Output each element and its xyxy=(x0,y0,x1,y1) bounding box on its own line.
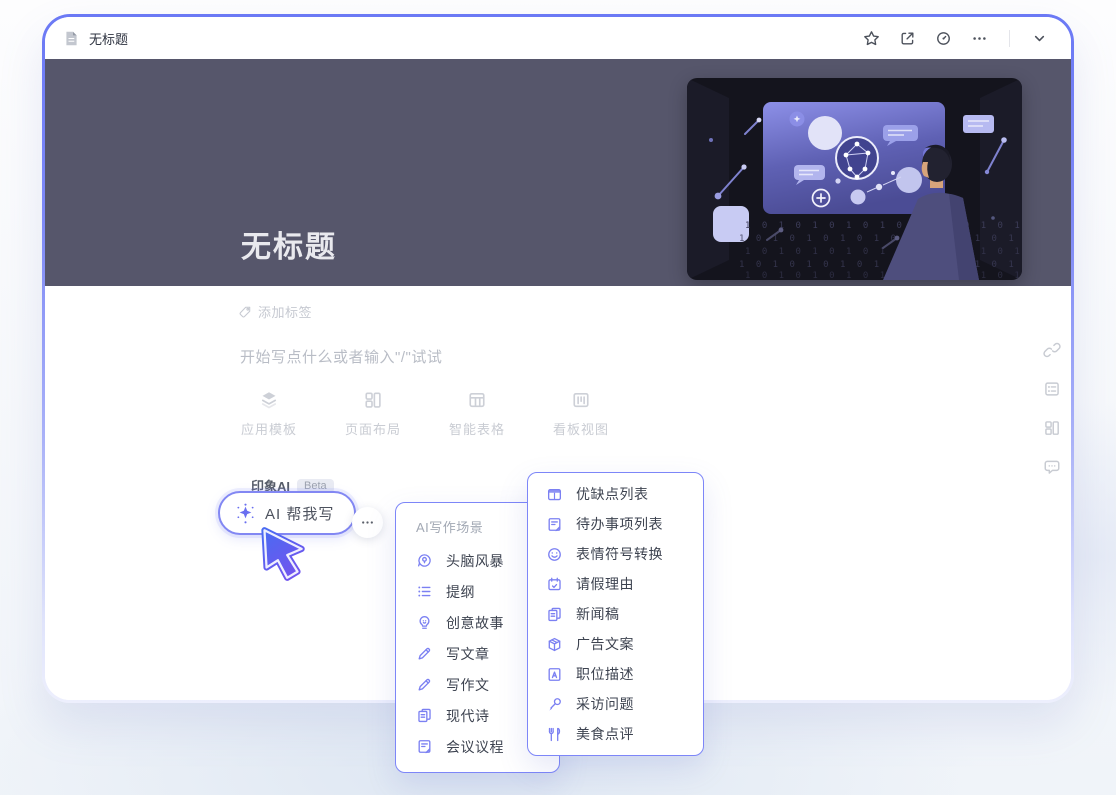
pen-icon xyxy=(416,645,433,662)
menu-item-label: 采访问题 xyxy=(576,694,634,714)
menu-item-pros-cons[interactable]: 优缺点列表 xyxy=(528,479,703,509)
add-tag-button[interactable]: 添加标签 xyxy=(238,302,312,321)
right-side-tools xyxy=(1043,341,1061,476)
outline-icon xyxy=(416,583,433,600)
template-shortcuts: 应用模板 页面布局 智能表格 看板视图 xyxy=(224,390,626,438)
template-app-templates[interactable]: 应用模板 xyxy=(224,390,314,438)
menu-item-label: 新闻稿 xyxy=(576,604,620,624)
ai-write-button[interactable]: AI 帮我写 xyxy=(218,491,356,535)
ai-quick-menu: 优缺点列表 待办事项列表 表情符号转换 请假理由 新闻稿 广告文案 职位描述 xyxy=(527,472,704,756)
hero-illustration-art: 1 0 1 0 1 0 1 0 1 0 1 0 1 0 1 0 1 0 1 0 … xyxy=(687,78,1022,280)
menu-item-label: 美食点评 xyxy=(576,724,634,744)
layout-blocks-icon[interactable] xyxy=(1043,419,1061,437)
comment-icon[interactable] xyxy=(1043,458,1061,476)
menu-item-ad-copy[interactable]: 广告文案 xyxy=(528,629,703,659)
template-label: 应用模板 xyxy=(241,419,297,438)
menu-item-label: 会议议程 xyxy=(446,737,504,757)
menu-item-label: 写文章 xyxy=(446,644,490,664)
ai-screen xyxy=(763,102,945,214)
svg-text:1 0 1 0 1 0 1 0 1 0 1 0 1 0 1: 1 0 1 0 1 0 1 0 1 0 1 0 1 0 1 0 1 0 1 0 … xyxy=(745,271,1022,280)
todo-icon xyxy=(546,516,563,533)
menu-item-label: 提纲 xyxy=(446,582,475,602)
menu-item-label: 广告文案 xyxy=(576,634,634,654)
note-toolbar: 无标题 xyxy=(45,17,1071,59)
agenda-icon xyxy=(416,738,433,755)
template-label: 页面布局 xyxy=(345,419,401,438)
layout-icon xyxy=(363,390,383,410)
svg-text:1 0 1 0 1 0 1 0 1 0 1 0 1 0 1: 1 0 1 0 1 0 1 0 1 0 1 0 1 0 1 0 1 0 1 0 … xyxy=(739,260,1022,270)
toolbar-actions xyxy=(862,29,1049,48)
toolbar-divider xyxy=(1009,30,1010,47)
document-icon xyxy=(63,30,80,47)
menu-item-press-release[interactable]: 新闻稿 xyxy=(528,599,703,629)
package-icon xyxy=(546,636,563,653)
microphone-icon xyxy=(546,696,563,713)
page-title: 无标题 xyxy=(241,222,337,266)
ai-write-button-label: AI 帮我写 xyxy=(265,503,334,524)
history-clock-icon[interactable] xyxy=(934,29,953,48)
menu-item-label: 现代诗 xyxy=(446,706,490,726)
menu-item-job-description[interactable]: 职位描述 xyxy=(528,659,703,689)
template-smart-table[interactable]: 智能表格 xyxy=(432,390,522,438)
food-icon xyxy=(546,726,563,743)
ai-sparkle-icon xyxy=(235,503,256,524)
hero-illustration: 1 0 1 0 1 0 1 0 1 0 1 0 1 0 1 0 1 0 1 0 … xyxy=(687,78,1022,280)
table-icon xyxy=(467,390,487,410)
calendar-icon xyxy=(546,576,563,593)
idea-icon xyxy=(416,614,433,631)
template-label: 看板视图 xyxy=(553,419,609,438)
page-background: 无标题 无标题 xyxy=(0,0,1116,795)
pen-icon xyxy=(416,676,433,693)
emoji-icon xyxy=(546,546,563,563)
star-icon[interactable] xyxy=(862,29,881,48)
menu-item-label: 表情符号转换 xyxy=(576,544,663,564)
template-kanban-view[interactable]: 看板视图 xyxy=(536,390,626,438)
job-doc-icon xyxy=(546,666,563,683)
share-icon[interactable] xyxy=(898,29,917,48)
menu-item-emoji-convert[interactable]: 表情符号转换 xyxy=(528,539,703,569)
menu-item-interview-questions[interactable]: 采访问题 xyxy=(528,689,703,719)
svg-text:1 0 1 0 1 0 1 0 1 0 1 0 1 0 1: 1 0 1 0 1 0 1 0 1 0 1 0 1 0 1 0 1 0 1 0 … xyxy=(745,221,1022,231)
menu-item-label: 优缺点列表 xyxy=(576,484,649,504)
add-tag-label: 添加标签 xyxy=(258,302,312,321)
ellipsis-icon xyxy=(360,515,375,530)
menu-item-food-review[interactable]: 美食点评 xyxy=(528,719,703,749)
pros-cons-icon xyxy=(546,486,563,503)
tag-icon xyxy=(238,305,252,319)
svg-text:1 0 1 0 1 0 1 0 1 0 1 0 1 0 1: 1 0 1 0 1 0 1 0 1 0 1 0 1 0 1 0 1 0 1 0 … xyxy=(739,234,1022,244)
note-header-banner: 无标题 xyxy=(45,59,1071,286)
menu-item-todo-list[interactable]: 待办事项列表 xyxy=(528,509,703,539)
menu-item-label: 待办事项列表 xyxy=(576,514,663,534)
layers-icon xyxy=(259,390,279,410)
chevron-down-icon[interactable] xyxy=(1030,29,1049,48)
template-page-layout[interactable]: 页面布局 xyxy=(328,390,418,438)
template-label: 智能表格 xyxy=(449,419,505,438)
menu-item-label: 头脑风暴 xyxy=(446,551,504,571)
brainstorm-icon xyxy=(416,552,433,569)
menu-item-label: 职位描述 xyxy=(576,664,634,684)
note-title-topbar: 无标题 xyxy=(89,29,128,48)
more-icon[interactable] xyxy=(970,29,989,48)
news-icon xyxy=(546,606,563,623)
list-box-icon[interactable] xyxy=(1043,380,1061,398)
menu-item-label: 写作文 xyxy=(446,675,490,695)
menu-item-label: 创意故事 xyxy=(446,613,504,633)
menu-item-label: 请假理由 xyxy=(576,574,634,594)
editor-input[interactable]: 开始写点什么或者输入"/"试试 xyxy=(240,346,442,367)
poem-icon xyxy=(416,707,433,724)
menu-item-leave-excuse[interactable]: 请假理由 xyxy=(528,569,703,599)
link-icon[interactable] xyxy=(1043,341,1061,359)
ai-more-button[interactable] xyxy=(352,507,383,538)
kanban-icon xyxy=(571,390,591,410)
